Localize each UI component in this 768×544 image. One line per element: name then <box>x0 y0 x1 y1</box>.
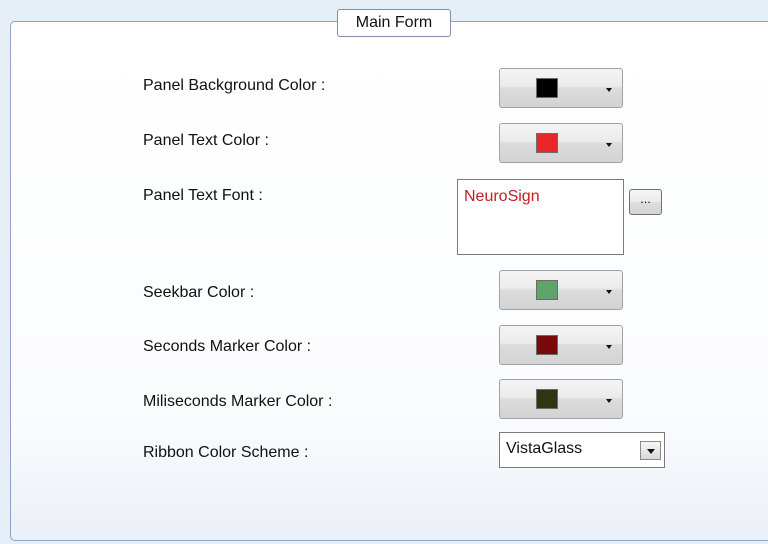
chevron-down-icon <box>606 88 612 92</box>
color-swatch <box>536 133 558 153</box>
seconds-marker-color-label: Seconds Marker Color : <box>143 338 312 355</box>
color-swatch <box>536 389 558 409</box>
panel-background-color-label: Panel Background Color : <box>143 77 326 94</box>
chevron-down-icon <box>606 143 612 147</box>
font-preview-box: NeuroSign <box>457 179 624 255</box>
ribbon-scheme-value: VistaGlass <box>506 440 583 457</box>
group-title: Main Form <box>337 9 451 37</box>
panel-text-font-label: Panel Text Font : <box>143 187 263 204</box>
panel-text-color-label: Panel Text Color : <box>143 132 269 149</box>
dropdown-button[interactable] <box>640 441 661 460</box>
miliseconds-marker-color-picker[interactable] <box>499 379 623 419</box>
color-swatch <box>536 335 558 355</box>
browse-font-button[interactable]: ... <box>629 189 662 215</box>
chevron-down-icon <box>606 345 612 349</box>
seconds-marker-color-picker[interactable] <box>499 325 623 365</box>
panel-text-color-picker[interactable] <box>499 123 623 163</box>
ribbon-color-scheme-label: Ribbon Color Scheme : <box>143 444 309 461</box>
seekbar-color-label: Seekbar Color : <box>143 284 255 301</box>
font-preview-text: NeuroSign <box>464 188 540 205</box>
chevron-down-icon <box>606 399 612 403</box>
color-swatch <box>536 280 558 300</box>
ribbon-color-scheme-select[interactable]: VistaGlass <box>499 432 665 468</box>
chevron-down-icon <box>606 290 612 294</box>
panel-background-color-picker[interactable] <box>499 68 623 108</box>
chevron-down-icon <box>647 449 655 454</box>
seekbar-color-picker[interactable] <box>499 270 623 310</box>
miliseconds-marker-color-label: Miliseconds Marker Color : <box>143 393 333 410</box>
color-swatch <box>536 78 558 98</box>
